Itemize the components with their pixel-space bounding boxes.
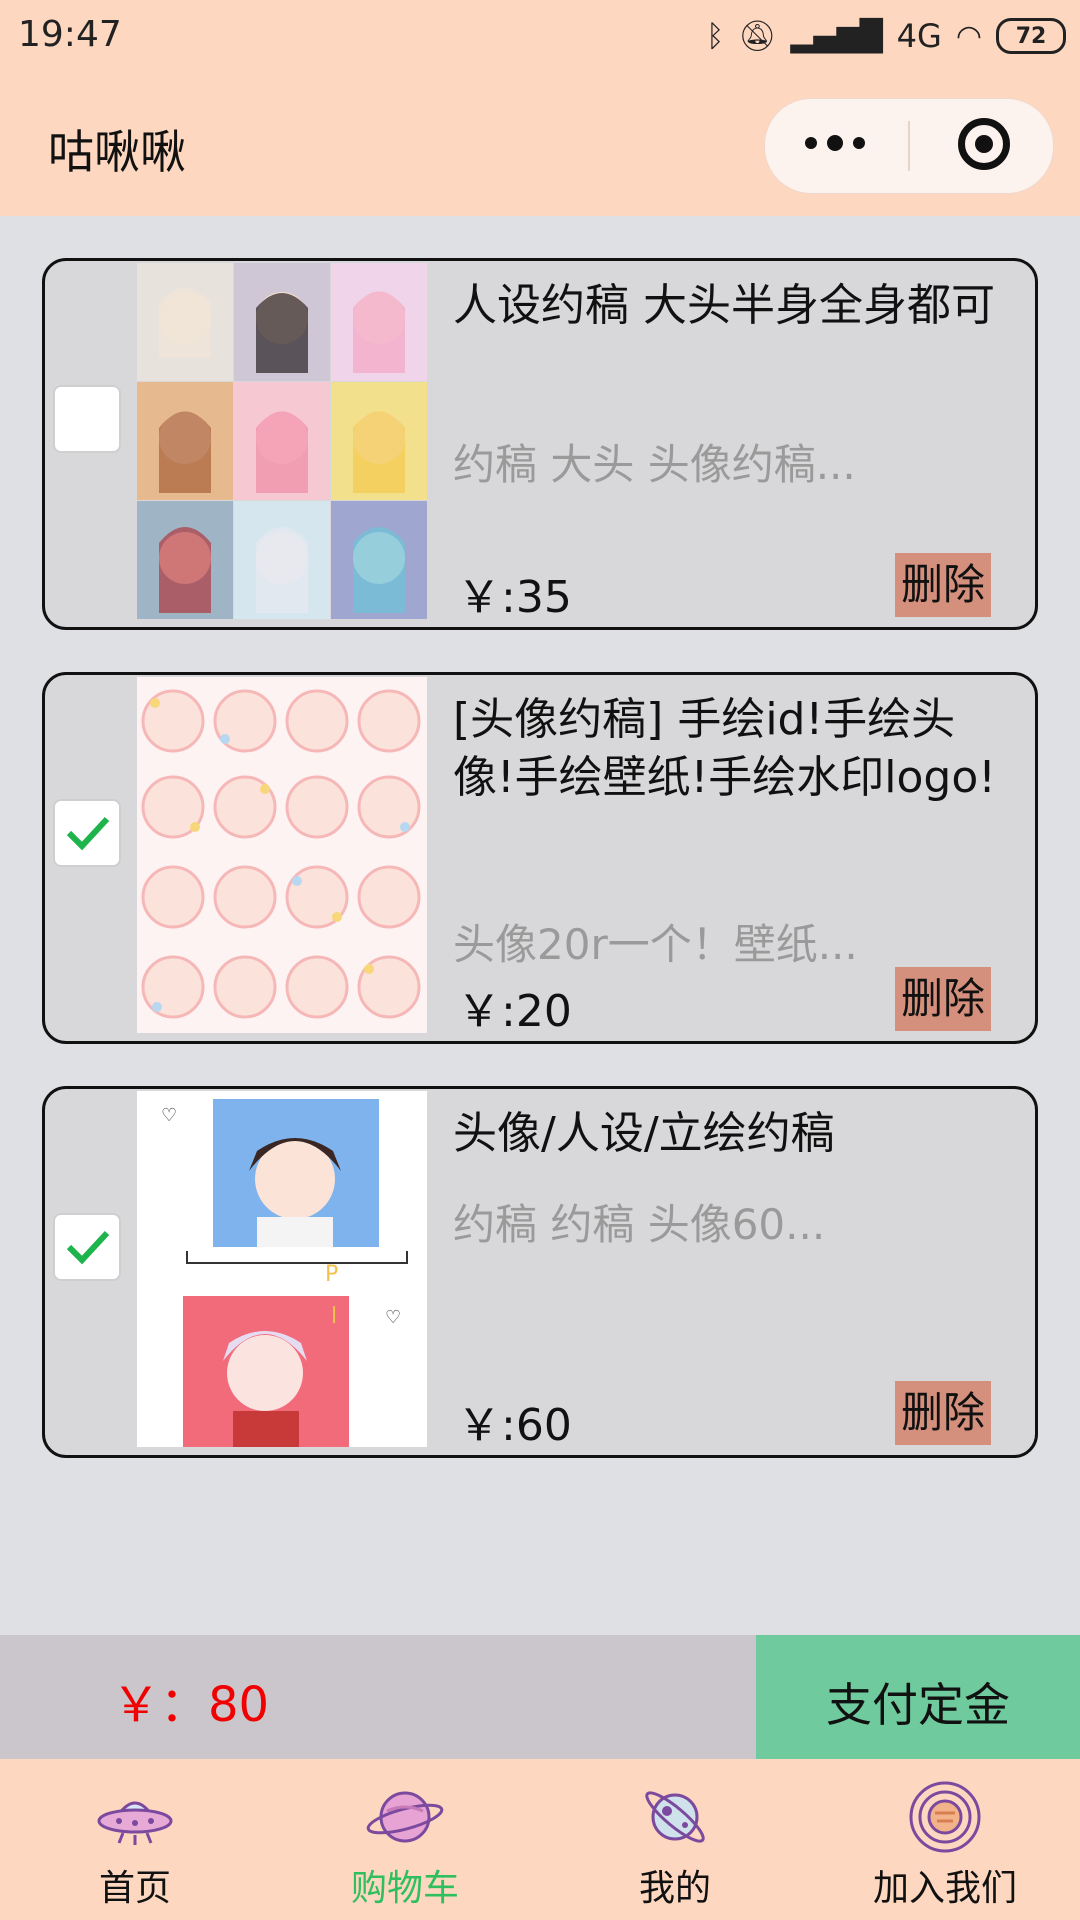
- product-image: [137, 263, 427, 619]
- nav-bar: 咕啾啾: [0, 72, 1080, 216]
- status-icons: ᛒ 🔕︎ ▂▄▆█ 4G ◠ 72: [706, 14, 1066, 58]
- miniapp-capsule: [764, 98, 1054, 194]
- item-checkbox[interactable]: [53, 799, 121, 867]
- planet-icon: [366, 1791, 444, 1843]
- item-title: 头像/人设/立绘约稿: [453, 1108, 835, 1159]
- mute-bell-icon: 🔕︎: [738, 18, 777, 54]
- item-checkbox[interactable]: [53, 1213, 121, 1281]
- bluetooth-icon: ᛒ: [706, 18, 725, 54]
- tab-label: 加入我们: [872, 1868, 1017, 1909]
- satellite-planet-icon: [645, 1791, 705, 1843]
- tab-join-us[interactable]: 加入我们: [810, 1759, 1080, 1920]
- svg-text:♡: ♡: [161, 1105, 177, 1126]
- orbit-planet-icon: [909, 1781, 981, 1853]
- item-description: 约稿 约稿 头像60...: [453, 1200, 826, 1249]
- cart-item: P l ♡ ♡ 头像/人设/立绘约稿 约稿 约稿 头像60... ￥:60 删除: [42, 1086, 1038, 1458]
- item-checkbox[interactable]: [53, 385, 121, 453]
- cart-item: 人设约稿 大头半身全身都可 约稿 大头 头像约稿... ￥:35 删除: [42, 258, 1038, 630]
- svg-text:l: l: [331, 1304, 337, 1329]
- checkout-bar: ￥：80 支付定金: [0, 1635, 1080, 1759]
- more-icon[interactable]: [805, 135, 865, 151]
- ufo-icon: [97, 1801, 173, 1845]
- tab-home[interactable]: 首页: [0, 1759, 270, 1920]
- tab-label: 首页: [98, 1868, 171, 1909]
- close-target-icon[interactable]: [958, 118, 1010, 170]
- tab-label: 购物车: [350, 1868, 459, 1909]
- total-price: ￥：80: [112, 1677, 270, 1733]
- pay-deposit-button[interactable]: 支付定金: [756, 1635, 1080, 1759]
- delete-button[interactable]: 删除: [895, 967, 991, 1031]
- delete-button[interactable]: 删除: [895, 553, 991, 617]
- network-type: 4G: [896, 17, 942, 55]
- delete-button[interactable]: 删除: [895, 1381, 991, 1445]
- item-description: 头像20r一个！壁纸...: [453, 920, 858, 969]
- item-price: ￥:20: [457, 986, 572, 1037]
- product-image: P l ♡ ♡: [137, 1091, 427, 1447]
- item-description: 约稿 大头 头像约稿...: [453, 440, 856, 489]
- check-icon: [66, 816, 110, 851]
- signal-icon: ▂▄▆█: [790, 18, 883, 54]
- svg-text:♡: ♡: [385, 1307, 401, 1328]
- status-bar: 19:47 ᛒ 🔕︎ ▂▄▆█ 4G ◠ 72: [0, 0, 1080, 72]
- tab-label: 我的: [638, 1868, 711, 1909]
- page-title: 咕啾啾: [48, 125, 186, 179]
- cart-item: [头像约稿] 手绘id!手绘头像!手绘壁纸!手绘水印logo! 头像20r一个！…: [42, 672, 1038, 1044]
- tab-mine[interactable]: 我的: [540, 1759, 810, 1920]
- item-price: ￥:35: [457, 572, 572, 623]
- item-title: 人设约稿 大头半身全身都可: [453, 280, 995, 331]
- svg-text:P: P: [325, 1262, 338, 1287]
- capsule-divider: [908, 121, 910, 171]
- tab-cart[interactable]: 购物车: [270, 1759, 540, 1920]
- tab-bar: 首页 购物车 我的 加入我们: [0, 1759, 1080, 1920]
- wifi-icon: ◠: [955, 18, 982, 54]
- status-time: 19:47: [18, 14, 122, 55]
- battery-icon: 72: [996, 18, 1066, 54]
- product-image: [137, 677, 427, 1033]
- check-icon: [66, 1230, 110, 1265]
- item-title: [头像约稿] 手绘id!手绘头像!手绘壁纸!手绘水印logo!: [453, 694, 996, 803]
- item-price: ￥:60: [457, 1400, 572, 1451]
